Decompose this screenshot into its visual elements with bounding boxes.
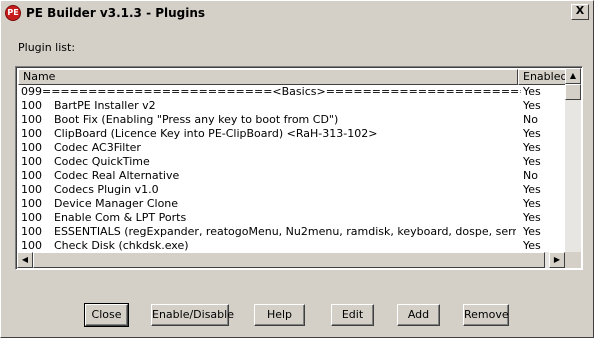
- plugin-priority: 100: [21, 169, 42, 182]
- plugin-enabled-status: Yes: [523, 127, 541, 140]
- list-item[interactable]: 100 ESSENTIALS (regExpander, reatogoMenu,…: [18, 225, 566, 239]
- plugin-enabled-status: Yes: [523, 99, 541, 112]
- plugin-enabled-status: Yes: [523, 155, 541, 168]
- plugin-name: Device Manager Clone: [54, 197, 179, 210]
- horizontal-scrollbar[interactable]: ◀ ▶: [17, 252, 565, 268]
- scrollbar-corner: [565, 252, 581, 268]
- plugin-priority: 100: [21, 197, 42, 210]
- plugin-name: ClipBoard (Licence Key into PE-ClipBoard…: [54, 127, 378, 140]
- close-window-button[interactable]: X: [571, 4, 589, 20]
- window-title: PE Builder v3.1.3 - Plugins: [26, 5, 206, 20]
- plugin-enabled-status: No: [523, 113, 538, 126]
- plugin-name: Check Disk (chkdsk.exe): [54, 239, 189, 252]
- list-item[interactable]: 099=========================<Basics>====…: [18, 85, 566, 99]
- plugin-priority: 100: [21, 239, 42, 252]
- list-item[interactable]: 100 Codec QuickTime Yes: [18, 155, 566, 169]
- plugins-dialog: PE PE Builder v3.1.3 - Plugins X Plugin …: [0, 0, 594, 338]
- plugin-rows: 099=========================<Basics>====…: [18, 85, 566, 267]
- vertical-scroll-thumb[interactable]: [565, 84, 581, 100]
- list-item[interactable]: 100 Device Manager Clone Yes: [18, 197, 566, 211]
- list-item[interactable]: 100 BartPE Installer v2 Yes: [18, 99, 566, 113]
- plugin-name: Boot Fix (Enabling "Press any key to boo…: [54, 113, 339, 126]
- plugin-list[interactable]: Name Enabled 099========================…: [15, 66, 583, 270]
- plugin-enabled-status: Yes: [523, 85, 541, 98]
- list-item[interactable]: 100 ClipBoard (Licence Key into PE-ClipBo…: [18, 127, 566, 141]
- plugin-enabled-status: No: [523, 169, 538, 182]
- plugin-enabled-status: Yes: [523, 225, 541, 238]
- plugin-priority: 100: [21, 183, 42, 196]
- plugin-name: BartPE Installer v2: [54, 99, 156, 112]
- plugin-priority: 100: [21, 113, 42, 126]
- help-button[interactable]: Help: [254, 304, 305, 326]
- plugin-name: Codecs Plugin v1.0: [54, 183, 159, 196]
- title-bar: PE PE Builder v3.1.3 - Plugins X: [3, 3, 591, 22]
- plugin-list-label: Plugin list:: [18, 41, 76, 54]
- plugin-name: Codec AC3Filter: [54, 141, 141, 154]
- edit-button[interactable]: Edit: [331, 304, 374, 326]
- plugin-name: Enable Com & LPT Ports: [54, 211, 187, 224]
- plugin-enabled-status: Yes: [523, 239, 541, 252]
- list-item[interactable]: 100 Codec AC3Filter Yes: [18, 141, 566, 155]
- column-header-enabled[interactable]: Enabled: [518, 69, 567, 85]
- list-item[interactable]: 100 Boot Fix (Enabling "Press any key to …: [18, 113, 566, 127]
- plugin-enabled-status: Yes: [523, 141, 541, 154]
- plugin-enabled-status: Yes: [523, 183, 541, 196]
- column-header-name[interactable]: Name: [18, 69, 518, 85]
- scroll-left-icon[interactable]: ◀: [17, 252, 33, 268]
- list-item[interactable]: 100 Codecs Plugin v1.0 Yes: [18, 183, 566, 197]
- list-item[interactable]: 100 Codec Real Alternative No: [18, 169, 566, 183]
- close-button[interactable]: Close: [84, 303, 129, 327]
- plugin-priority: 100: [21, 225, 42, 238]
- close-icon: X: [575, 4, 585, 17]
- horizontal-scroll-thumb[interactable]: [33, 252, 545, 268]
- pe-builder-app-icon: PE: [5, 4, 21, 21]
- plugin-priority: 100: [21, 127, 42, 140]
- list-header: Name Enabled: [18, 69, 567, 85]
- enable-disable-button[interactable]: Enable/Disable: [151, 304, 234, 326]
- list-item[interactable]: 100 Check Disk (chkdsk.exe) Yes: [18, 239, 566, 253]
- plugin-priority: 100: [21, 211, 42, 224]
- vertical-scrollbar[interactable]: ▲ ▼: [565, 68, 581, 268]
- add-button[interactable]: Add: [397, 304, 440, 326]
- plugin-name: Codec QuickTime: [54, 155, 150, 168]
- remove-button[interactable]: Remove: [463, 304, 509, 326]
- plugin-priority: 099=========================<Basics>====…: [21, 85, 521, 98]
- plugin-name: Codec Real Alternative: [54, 169, 180, 182]
- plugin-name: ESSENTIALS (regExpander, reatogoMenu, Nu…: [54, 225, 516, 238]
- plugin-enabled-status: Yes: [523, 211, 541, 224]
- plugin-priority: 100: [21, 141, 42, 154]
- list-item[interactable]: 100 Enable Com & LPT Ports Yes: [18, 211, 566, 225]
- scroll-right-icon[interactable]: ▶: [549, 252, 565, 268]
- plugin-priority: 100: [21, 155, 42, 168]
- plugin-priority: 100: [21, 99, 42, 112]
- plugin-enabled-status: Yes: [523, 197, 541, 210]
- scroll-up-icon[interactable]: ▲: [565, 68, 581, 84]
